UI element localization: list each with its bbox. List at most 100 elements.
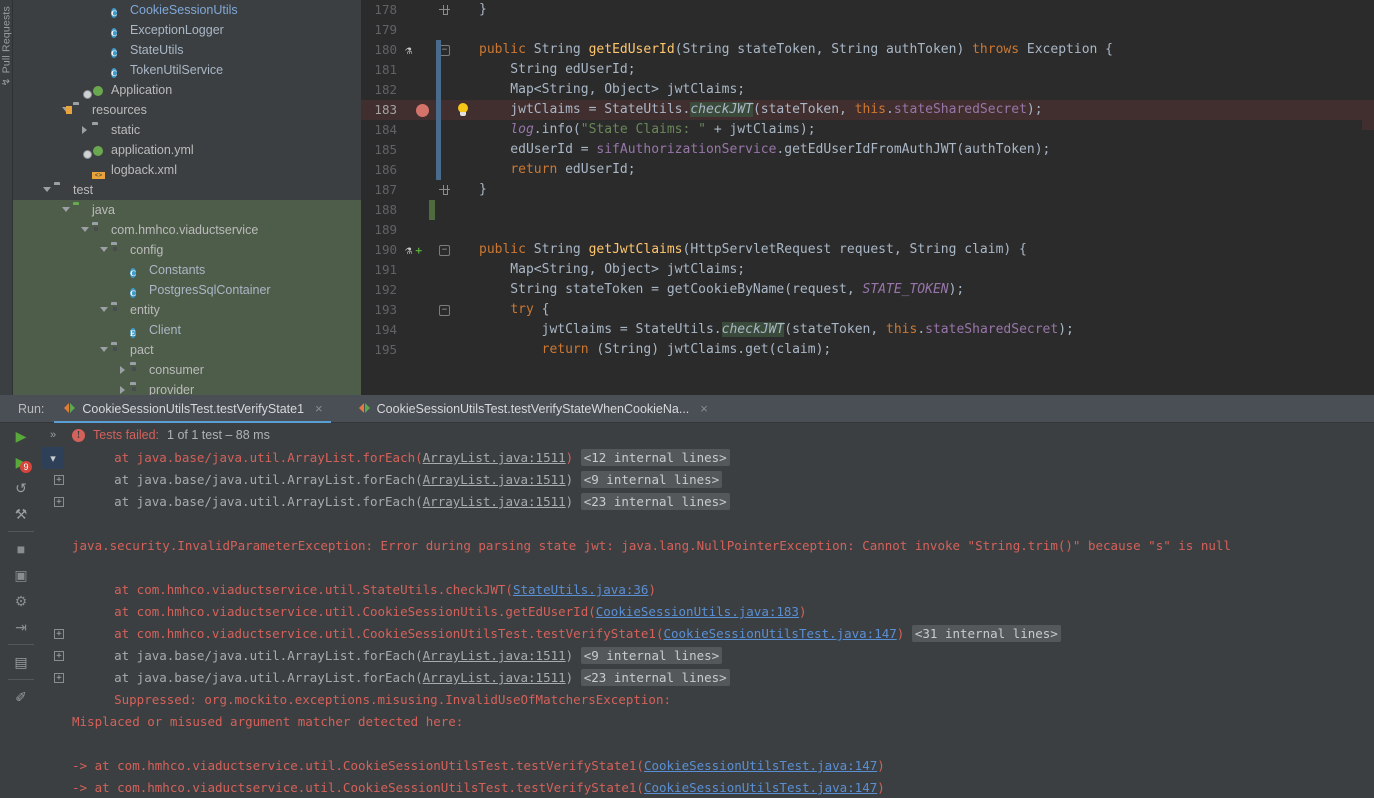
editor-line[interactable]: 183 jwtClaims = StateUtils.checkJWT(stat… <box>361 100 1374 120</box>
chevron-down-icon[interactable] <box>97 240 110 260</box>
expand-stacktrace-icon[interactable]: + <box>54 651 64 661</box>
stacktrace-link[interactable]: CookieSessionUtilsTest.java:147 <box>644 780 877 795</box>
run-tab-testVerifyState1[interactable]: CookieSessionUtilsTest.testVerifyState1 … <box>54 395 331 423</box>
expand-stacktrace-icon[interactable]: + <box>54 475 64 485</box>
folded-frames-badge[interactable]: <31 internal lines> <box>911 625 1061 642</box>
editor-line[interactable]: 187} <box>361 180 1374 200</box>
tree-node[interactable]: C StateUtils <box>13 40 361 60</box>
code-fold-end-icon[interactable] <box>439 5 450 16</box>
expand-all-button[interactable]: » <box>42 423 64 447</box>
tree-node[interactable]: config <box>13 240 361 260</box>
stop-button[interactable]: ■ <box>0 536 42 562</box>
console-line[interactable]: -> at com.hmhco.viaductservice.util.Cook… <box>42 777 1374 798</box>
editor-line[interactable]: 188 <box>361 200 1374 220</box>
editor-line[interactable]: 191 Map<String, Object> jwtClaims; <box>361 260 1374 280</box>
chevron-down-icon[interactable] <box>40 180 53 200</box>
open-in-editor-button[interactable]: ⇥ <box>0 614 42 640</box>
chevron-right-icon[interactable] <box>116 380 129 395</box>
console-line[interactable]: + at java.base/java.util.ArrayList.forEa… <box>42 667 1374 689</box>
chevron-down-icon[interactable] <box>59 200 72 220</box>
stacktrace-link[interactable]: CookieSessionUtils.java:183 <box>596 604 799 619</box>
tree-node[interactable]: application.yml <box>13 140 361 160</box>
tree-node[interactable]: provider <box>13 380 361 395</box>
pin-tab-button[interactable]: ✐ <box>0 684 42 710</box>
run-test-gutter-icon[interactable]: ⚗ + <box>405 243 422 258</box>
chevron-down-icon[interactable] <box>97 340 110 360</box>
console-line[interactable] <box>42 733 1374 755</box>
stacktrace-link[interactable]: ArrayList.java:1511 <box>423 494 566 509</box>
tree-node[interactable]: com.hmhco.viaductservice <box>13 220 361 240</box>
export-test-results-button[interactable]: ▣ <box>0 562 42 588</box>
chevron-right-icon[interactable] <box>116 360 129 380</box>
breakpoint-icon[interactable] <box>416 104 429 117</box>
folded-frames-badge[interactable]: <9 internal lines> <box>580 647 723 664</box>
tree-node[interactable]: C PostgresSqlContainer <box>13 280 361 300</box>
editor-line[interactable]: 189 <box>361 220 1374 240</box>
close-icon[interactable]: × <box>315 401 323 416</box>
toggle-auto-test-button[interactable]: ↺ <box>0 475 42 501</box>
rerun-failed-tests-button[interactable]: ▶ 9 <box>0 449 42 475</box>
console-line[interactable]: at com.hmhco.viaductservice.util.StateUt… <box>42 579 1374 601</box>
console-line[interactable]: java.security.InvalidParameterException:… <box>42 535 1374 557</box>
collapse-node-button[interactable]: ▾ <box>42 447 64 469</box>
tree-node[interactable]: pact <box>13 340 361 360</box>
intention-bulb-icon[interactable] <box>457 103 469 118</box>
stacktrace-link[interactable]: ArrayList.java:1511 <box>423 450 566 465</box>
console-line[interactable]: + at java.base/java.util.ArrayList.forEa… <box>42 469 1374 491</box>
console-line[interactable]: + at java.base/java.util.ArrayList.forEa… <box>42 645 1374 667</box>
stacktrace-link[interactable]: CookieSessionUtilsTest.java:147 <box>663 626 896 641</box>
tree-node[interactable]: C Constants <box>13 260 361 280</box>
code-fold-icon[interactable]: − <box>439 245 450 256</box>
editor-line[interactable]: 180 ⚗ − public String getEdUserId(String st… <box>361 40 1374 60</box>
import-test-results-button[interactable]: ⚙ <box>0 588 42 614</box>
rerun-button[interactable]: ▶ <box>0 423 42 449</box>
vcs-change-marker[interactable] <box>429 200 435 220</box>
console-line[interactable]: at com.hmhco.viaductservice.util.CookieS… <box>42 601 1374 623</box>
console-line[interactable] <box>42 513 1374 535</box>
editor-line[interactable]: 194 jwtClaims = StateUtils.checkJWT(stat… <box>361 320 1374 340</box>
editor-line[interactable]: 192 String stateToken = getCookieByName(… <box>361 280 1374 300</box>
folded-frames-badge[interactable]: <12 internal lines> <box>580 449 730 466</box>
chevron-right-icon[interactable] <box>78 120 91 140</box>
editor-line[interactable]: 193 − try { <box>361 300 1374 320</box>
tree-node[interactable]: static <box>13 120 361 140</box>
tree-node[interactable]: C TokenUtilService <box>13 60 361 80</box>
console-line[interactable]: + at java.base/java.util.ArrayList.forEa… <box>42 491 1374 513</box>
editor-line[interactable]: 179 <box>361 20 1374 40</box>
tree-node[interactable]: consumer <box>13 360 361 380</box>
chevron-down-icon[interactable] <box>97 300 110 320</box>
expand-stacktrace-icon[interactable]: + <box>54 629 64 639</box>
folded-frames-badge[interactable]: <23 internal lines> <box>580 493 730 510</box>
chevron-down-icon[interactable] <box>78 220 91 240</box>
stacktrace-link[interactable]: StateUtils.java:36 <box>513 582 648 597</box>
expand-stacktrace-icon[interactable]: + <box>54 673 64 683</box>
folded-frames-badge[interactable]: <9 internal lines> <box>580 471 723 488</box>
tree-node[interactable]: test <box>13 180 361 200</box>
console-output[interactable]: + at java.base/java.util.ArrayList.forEa… <box>42 447 1374 798</box>
tree-node[interactable]: C ExceptionLogger <box>13 20 361 40</box>
project-tree[interactable]: C CookieSessionUtils C ExceptionLogger C Stat… <box>13 0 361 395</box>
tree-node[interactable]: resources <box>13 100 361 120</box>
console-line[interactable] <box>42 557 1374 579</box>
folded-frames-badge[interactable]: <23 internal lines> <box>580 669 730 686</box>
layout-settings-button[interactable]: ▤ <box>0 649 42 675</box>
editor-line[interactable]: 178} <box>361 0 1374 20</box>
code-editor[interactable]: 178} 179 180 ⚗ − public String getEdUserId(St… <box>361 0 1374 395</box>
editor-line[interactable]: 186 return edUserId; <box>361 160 1374 180</box>
tree-node[interactable]: entity <box>13 300 361 320</box>
editor-line[interactable]: 195 return (String) jwtClaims.get(claim)… <box>361 340 1374 360</box>
stacktrace-link[interactable]: ArrayList.java:1511 <box>423 670 566 685</box>
editor-line[interactable]: 181 String edUserId; <box>361 60 1374 80</box>
tree-node[interactable]: logback.xml <box>13 160 361 180</box>
run-tab-testVerifyStateWhenCookieName[interactable]: CookieSessionUtilsTest.testVerifyStateWh… <box>349 395 716 423</box>
stacktrace-link[interactable]: ArrayList.java:1511 <box>423 472 566 487</box>
console-line[interactable]: -> at com.hmhco.viaductservice.util.Cook… <box>42 755 1374 777</box>
tree-node[interactable]: E Client <box>13 320 361 340</box>
tree-node[interactable]: Application <box>13 80 361 100</box>
console-line[interactable]: + at java.base/java.util.ArrayList.forEa… <box>42 447 1374 469</box>
editor-line[interactable]: 184 log.info("State Claims: " + jwtClaim… <box>361 120 1374 140</box>
tree-node[interactable]: C CookieSessionUtils <box>13 0 361 20</box>
console-line[interactable]: + at com.hmhco.viaductservice.util.Cooki… <box>42 623 1374 645</box>
stacktrace-link[interactable]: CookieSessionUtilsTest.java:147 <box>644 758 877 773</box>
code-fold-end-icon[interactable] <box>439 185 450 196</box>
